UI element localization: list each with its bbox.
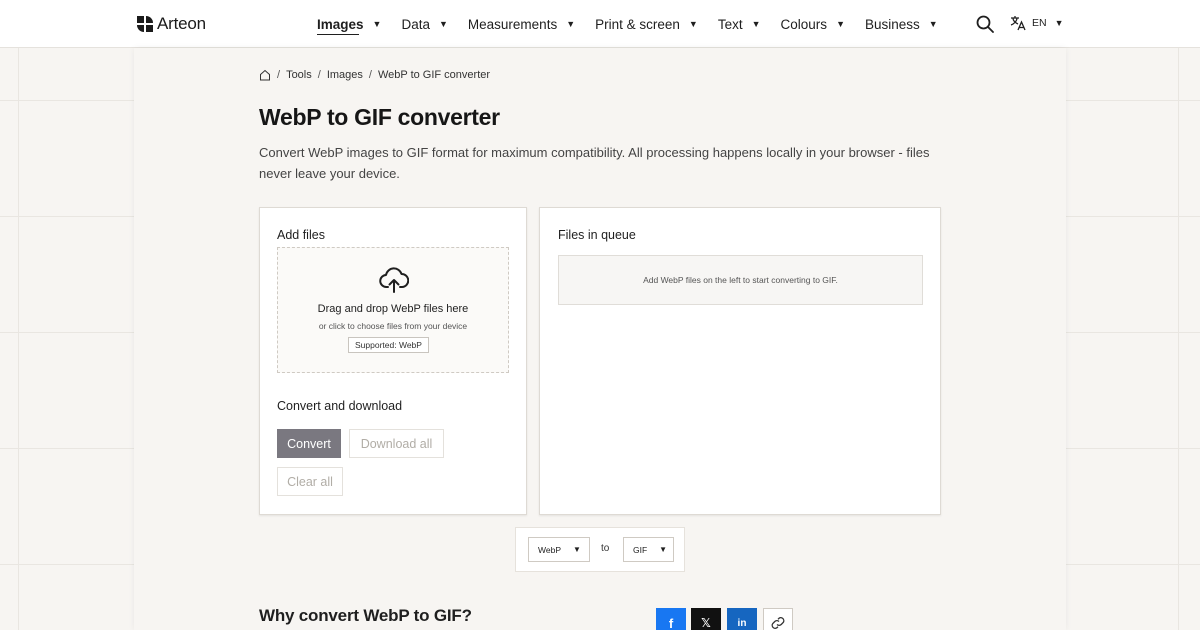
from-format-select[interactable]: WebP ▼ — [528, 537, 590, 562]
nav-item-label: Images — [317, 16, 364, 32]
supported-formats-badge: Supported: WebP — [348, 337, 429, 353]
queue-empty-state: Add WebP files on the left to start conv… — [558, 255, 923, 305]
chevron-down-icon: ▼ — [438, 19, 448, 29]
format-connector: to — [601, 543, 610, 554]
logo-icon — [137, 16, 153, 32]
chevron-down-icon: ▼ — [751, 19, 761, 29]
nav-item-colours[interactable]: Colours ▼ — [781, 0, 845, 48]
share-linkedin-button[interactable]: in — [727, 608, 757, 630]
top-navigation-bar: Arteon Images ▼ Data ▼ Measurements ▼ Pr… — [0, 0, 1200, 48]
chevron-down-icon: ▼ — [688, 19, 698, 29]
clear-all-button[interactable]: Clear all — [277, 467, 343, 496]
x-icon: 𝕏 — [701, 616, 711, 630]
nav-item-business[interactable]: Business ▼ — [865, 0, 938, 48]
search-icon[interactable] — [976, 15, 994, 33]
linkedin-icon: in — [737, 617, 747, 629]
home-icon[interactable] — [259, 69, 271, 81]
from-format-value: WebP — [538, 544, 561, 555]
copy-link-button[interactable] — [763, 608, 793, 630]
cloud-upload-icon — [379, 267, 409, 293]
facebook-icon: f — [668, 615, 674, 630]
page-title: WebP to GIF converter — [259, 104, 500, 130]
breadcrumb-separator: / — [317, 69, 321, 81]
chevron-down-icon: ▼ — [659, 545, 668, 554]
queue-heading: Files in queue — [558, 228, 636, 242]
breadcrumb-separator: / — [277, 69, 281, 81]
share-facebook-button[interactable]: f — [656, 608, 686, 630]
queue-card: Files in queue Add WebP files on the lef… — [539, 207, 941, 515]
brand-name: Arteon — [157, 14, 206, 33]
chevron-down-icon: ▼ — [372, 19, 382, 29]
language-selector[interactable]: EN ▼ — [1010, 15, 1064, 31]
dropzone-subtitle: or click to choose files from your devic… — [318, 321, 468, 331]
nav-item-label: Print & screen — [595, 16, 680, 32]
convert-heading: Convert and download — [277, 399, 403, 413]
nav-item-label: Text — [717, 16, 743, 32]
main-nav: Images ▼ Data ▼ Measurements ▼ Print & s… — [317, 0, 958, 48]
nav-item-label: Business — [864, 16, 920, 32]
chevron-down-icon: ▼ — [573, 545, 581, 554]
why-heading: Why convert WebP to GIF? — [259, 606, 472, 625]
nav-item-images[interactable]: Images ▼ — [317, 0, 381, 48]
main-content: / Tools / Images / WebP to GIF converter… — [134, 48, 1066, 630]
nav-item-print-screen[interactable]: Print & screen ▼ — [595, 0, 698, 48]
page-description: Convert WebP images to GIF format for ma… — [259, 145, 930, 181]
dropzone-title: Drag and drop WebP files here — [317, 303, 469, 315]
breadcrumb-current: WebP to GIF converter — [377, 69, 491, 81]
to-format-value: GIF — [633, 544, 648, 555]
breadcrumb-separator: / — [368, 69, 372, 81]
nav-item-label: Data — [401, 16, 430, 32]
link-icon — [771, 617, 785, 629]
add-files-heading: Add files — [277, 228, 325, 242]
nav-item-measurements[interactable]: Measurements ▼ — [468, 0, 575, 48]
add-files-card: Add files Drag and drop WebP files here … — [259, 207, 527, 515]
chevron-down-icon: ▼ — [928, 19, 938, 29]
convert-button[interactable]: Convert — [277, 429, 341, 458]
format-selector-bar: WebP ▼ to GIF ▼ — [515, 527, 685, 572]
breadcrumb-tools[interactable]: Tools — [286, 69, 312, 81]
chevron-down-icon: ▼ — [566, 19, 576, 29]
chevron-down-icon: ▼ — [836, 19, 845, 29]
nav-item-data[interactable]: Data ▼ — [401, 0, 447, 48]
to-format-select[interactable]: GIF ▼ — [623, 537, 674, 562]
breadcrumb-images[interactable]: Images — [327, 69, 363, 81]
file-dropzone[interactable]: Drag and drop WebP files here or click t… — [277, 247, 509, 373]
nav-item-label: Measurements — [467, 16, 558, 32]
breadcrumb: / Tools / Images / WebP to GIF converter — [259, 69, 490, 81]
nav-item-label: Colours — [780, 16, 828, 32]
brand-logo[interactable]: Arteon — [137, 14, 206, 34]
chevron-down-icon: ▼ — [1054, 18, 1064, 28]
translate-icon — [1010, 16, 1026, 31]
language-code: EN — [1032, 17, 1047, 29]
nav-item-text[interactable]: Text ▼ — [718, 0, 761, 48]
share-x-button[interactable]: 𝕏 — [691, 608, 721, 630]
download-all-button[interactable]: Download all — [349, 429, 444, 458]
